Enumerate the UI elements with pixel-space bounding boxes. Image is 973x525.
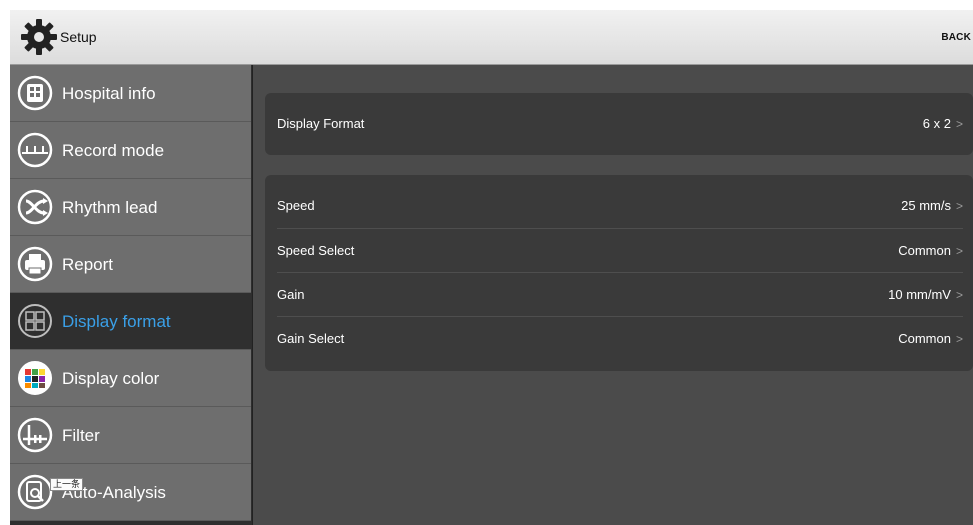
magnifier-icon (17, 474, 53, 510)
settings-panel: Display Format 6 x 2 > Speed 25 mm/s > Spe… (253, 65, 973, 525)
page-title: Setup (60, 29, 97, 45)
sidebar-item-report[interactable]: Report (10, 236, 251, 293)
record-wave-icon (17, 132, 53, 168)
sidebar-item-display-color[interactable]: Display color (10, 350, 251, 407)
gain-select-value: Common (898, 331, 951, 346)
sidebar-item-record-mode[interactable]: Record mode (10, 122, 251, 179)
gain-select-row[interactable]: Gain Select Common > (265, 317, 973, 361)
speed-label: Speed (277, 198, 315, 213)
display-format-card: Display Format 6 x 2 > (265, 93, 973, 155)
printer-icon (17, 246, 53, 282)
speed-gain-card: Speed 25 mm/s > Speed Select Common > Gain… (265, 175, 973, 371)
speed-value: 25 mm/s (901, 198, 951, 213)
speed-select-row[interactable]: Speed Select Common > (265, 229, 973, 273)
sidebar-item-label: Hospital info (62, 84, 156, 103)
chevron-right-icon: > (955, 288, 963, 302)
sidebar-item-label: Display color (62, 369, 160, 388)
shuffle-icon (17, 189, 53, 225)
chevron-right-icon: > (955, 332, 963, 346)
sidebar-item-label: Record mode (62, 141, 165, 160)
chevron-right-icon: > (955, 244, 963, 258)
grid-icon (18, 304, 52, 338)
chevron-right-icon: > (955, 117, 963, 131)
sidebar-item-rhythm-lead[interactable]: Rhythm lead (10, 179, 251, 236)
gear-icon (21, 19, 57, 55)
filter-icon (17, 417, 53, 453)
sidebar-item-filter[interactable]: Filter (10, 407, 251, 464)
sidebar-item-auto-analysis[interactable]: Auto-Analysis (10, 464, 251, 521)
speed-select-label: Speed Select (277, 243, 355, 258)
gain-select-label: Gain Select (277, 331, 345, 346)
app-window: Setup BACK Hospital info Record mode Rhy… (10, 10, 973, 525)
chevron-right-icon: > (955, 199, 963, 213)
speed-row[interactable]: Speed 25 mm/s > (265, 184, 973, 228)
gain-label: Gain (277, 287, 305, 302)
top-bar: Setup BACK (10, 10, 973, 65)
speed-select-value: Common (898, 243, 951, 258)
sidebar: Hospital info Record mode Rhythm lead Re… (10, 65, 253, 525)
sidebar-item-display-format[interactable]: Display format (10, 293, 251, 350)
sidebar-item-label: Display format (62, 312, 171, 331)
tooltip: 上一条 (50, 478, 84, 491)
back-button[interactable]: BACK (941, 32, 971, 43)
sidebar-item-hospital-info[interactable]: Hospital info (10, 65, 251, 122)
hospital-icon (17, 75, 53, 111)
color-palette-icon (18, 361, 52, 395)
display-format-value: 6 x 2 (922, 116, 951, 131)
sidebar-item-label: Rhythm lead (62, 198, 158, 217)
gain-row[interactable]: Gain 10 mm/mV > (265, 273, 973, 317)
display-format-row[interactable]: Display Format 6 x 2 > (265, 102, 973, 146)
sidebar-item-label: Report (62, 255, 114, 274)
sidebar-item-label: Filter (62, 426, 100, 445)
gain-value: 10 mm/mV (888, 287, 951, 302)
display-format-label: Display Format (277, 116, 365, 131)
